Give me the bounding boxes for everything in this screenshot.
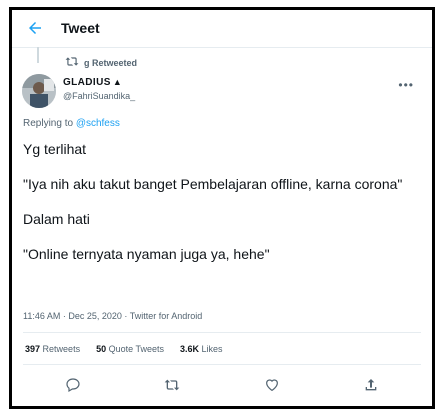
user-handle[interactable]: @FahriSuandika_: [63, 91, 135, 101]
reply-mention-link[interactable]: @schfess: [76, 118, 120, 129]
retweeted-label: g Retweeted: [84, 57, 138, 68]
retweeted-indicator: g Retweeted: [65, 56, 137, 69]
user-display-name[interactable]: GLADIUS ▲: [63, 77, 122, 88]
likes-stat[interactable]: 3.6K Likes: [180, 344, 223, 354]
header-bar: Tweet: [12, 10, 432, 48]
replying-to: Replying to @schfess: [23, 118, 120, 129]
tweet-line: Yg terlihat: [23, 141, 87, 157]
thread-line: [37, 47, 39, 63]
tweet-timestamp[interactable]: 11:46 AM · Dec 25, 2020 · Twitter for An…: [23, 311, 202, 321]
share-icon[interactable]: [363, 377, 379, 393]
like-heart-icon[interactable]: [264, 377, 280, 393]
tweet-line: "Iya nih aku takut banget Pembelajaran o…: [23, 176, 403, 192]
back-arrow-icon[interactable]: [26, 19, 44, 37]
tweet-window: Tweet g Retweeted GLADIUS ▲ @FahriSuandik…: [9, 7, 435, 409]
tweet-line: Dalam hati: [23, 211, 90, 227]
engagement-stats: 397 Retweets 50 Quote Tweets 3.6K Likes: [23, 332, 421, 365]
retweet-icon[interactable]: [164, 377, 180, 393]
tweet-text: Yg terlihat "Iya nih aku takut banget Pe…: [23, 141, 418, 263]
tweet-line: "Online ternyata nyaman juga ya, hehe": [23, 246, 270, 262]
quote-tweets-stat[interactable]: 50 Quote Tweets: [96, 344, 164, 354]
action-bar: [23, 371, 421, 399]
reply-icon[interactable]: [65, 377, 81, 393]
retweets-stat[interactable]: 397 Retweets: [25, 344, 80, 354]
retweet-small-icon: [65, 56, 79, 69]
avatar[interactable]: [22, 74, 56, 108]
more-options-icon[interactable]: •••: [398, 78, 414, 92]
page-title: Tweet: [61, 20, 100, 36]
wolf-emoji-icon: ▲: [112, 77, 123, 87]
